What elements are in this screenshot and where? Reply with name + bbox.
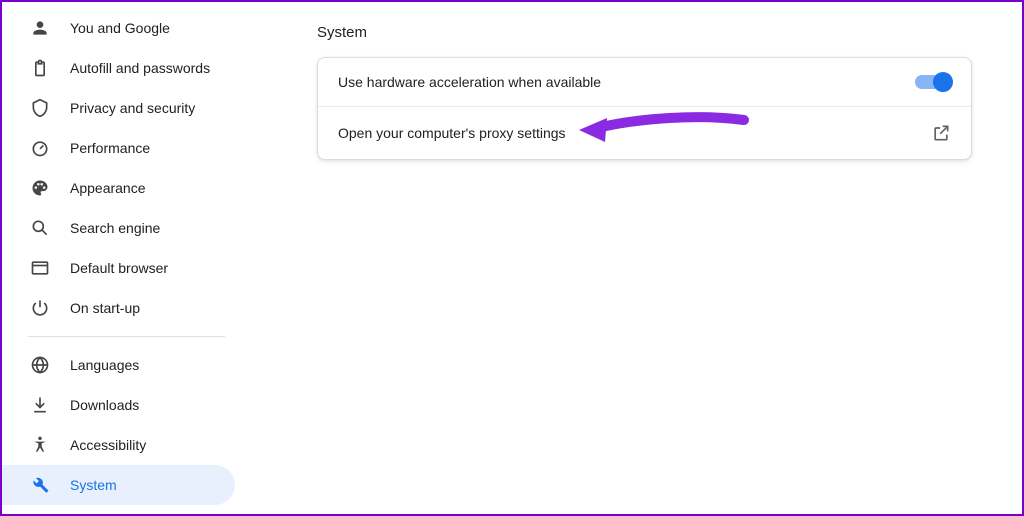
sidebar-item-startup[interactable]: On start-up xyxy=(2,288,235,328)
sidebar-item-label: Appearance xyxy=(70,180,146,196)
proxy-settings-row[interactable]: Open your computer's proxy settings xyxy=(318,106,971,159)
sidebar-item-system[interactable]: System xyxy=(2,465,235,505)
sidebar-item-performance[interactable]: Performance xyxy=(2,128,235,168)
sidebar-item-privacy[interactable]: Privacy and security xyxy=(2,88,235,128)
sidebar-item-downloads[interactable]: Downloads xyxy=(2,385,235,425)
search-icon xyxy=(30,218,50,238)
sidebar-item-label: System xyxy=(70,477,117,493)
accessibility-icon xyxy=(30,435,50,455)
shield-icon xyxy=(30,98,50,118)
palette-icon xyxy=(30,178,50,198)
browser-icon xyxy=(30,258,50,278)
sidebar-item-label: Accessibility xyxy=(70,437,146,453)
sidebar-item-search-engine[interactable]: Search engine xyxy=(2,208,235,248)
sidebar-item-autofill[interactable]: Autofill and passwords xyxy=(2,48,235,88)
sidebar-item-label: On start-up xyxy=(70,300,140,316)
sidebar-item-default-browser[interactable]: Default browser xyxy=(2,248,235,288)
settings-main: System Use hardware acceleration when av… xyxy=(247,2,1022,514)
person-icon xyxy=(30,18,50,38)
sidebar-item-languages[interactable]: Languages xyxy=(2,345,235,385)
sidebar-item-label: Search engine xyxy=(70,220,160,236)
sidebar-item-label: You and Google xyxy=(70,20,170,36)
sidebar-item-appearance[interactable]: Appearance xyxy=(2,168,235,208)
sidebar-item-label: Performance xyxy=(70,140,150,156)
wrench-icon xyxy=(30,475,50,495)
hardware-acceleration-row[interactable]: Use hardware acceleration when available xyxy=(318,58,971,106)
sidebar-item-label: Autofill and passwords xyxy=(70,60,210,76)
row-label: Open your computer's proxy settings xyxy=(338,125,566,141)
system-settings-card: Use hardware acceleration when available… xyxy=(317,57,972,160)
settings-sidebar: You and Google Autofill and passwords Pr… xyxy=(2,2,247,514)
clipboard-icon xyxy=(30,58,50,78)
download-icon xyxy=(30,395,50,415)
external-link-icon xyxy=(931,123,951,143)
sidebar-item-accessibility[interactable]: Accessibility xyxy=(2,425,235,465)
speedometer-icon xyxy=(30,138,50,158)
globe-icon xyxy=(30,355,50,375)
sidebar-item-label: Downloads xyxy=(70,397,139,413)
sidebar-divider xyxy=(28,336,225,337)
power-icon xyxy=(30,298,50,318)
sidebar-item-label: Privacy and security xyxy=(70,100,195,116)
sidebar-item-you-and-google[interactable]: You and Google xyxy=(2,8,235,48)
row-label: Use hardware acceleration when available xyxy=(338,74,601,90)
sidebar-item-reset[interactable]: Reset settings xyxy=(2,505,235,514)
hardware-acceleration-toggle[interactable] xyxy=(915,75,951,89)
sidebar-item-label: Languages xyxy=(70,357,139,373)
section-title: System xyxy=(317,24,972,41)
sidebar-item-label: Default browser xyxy=(70,260,168,276)
